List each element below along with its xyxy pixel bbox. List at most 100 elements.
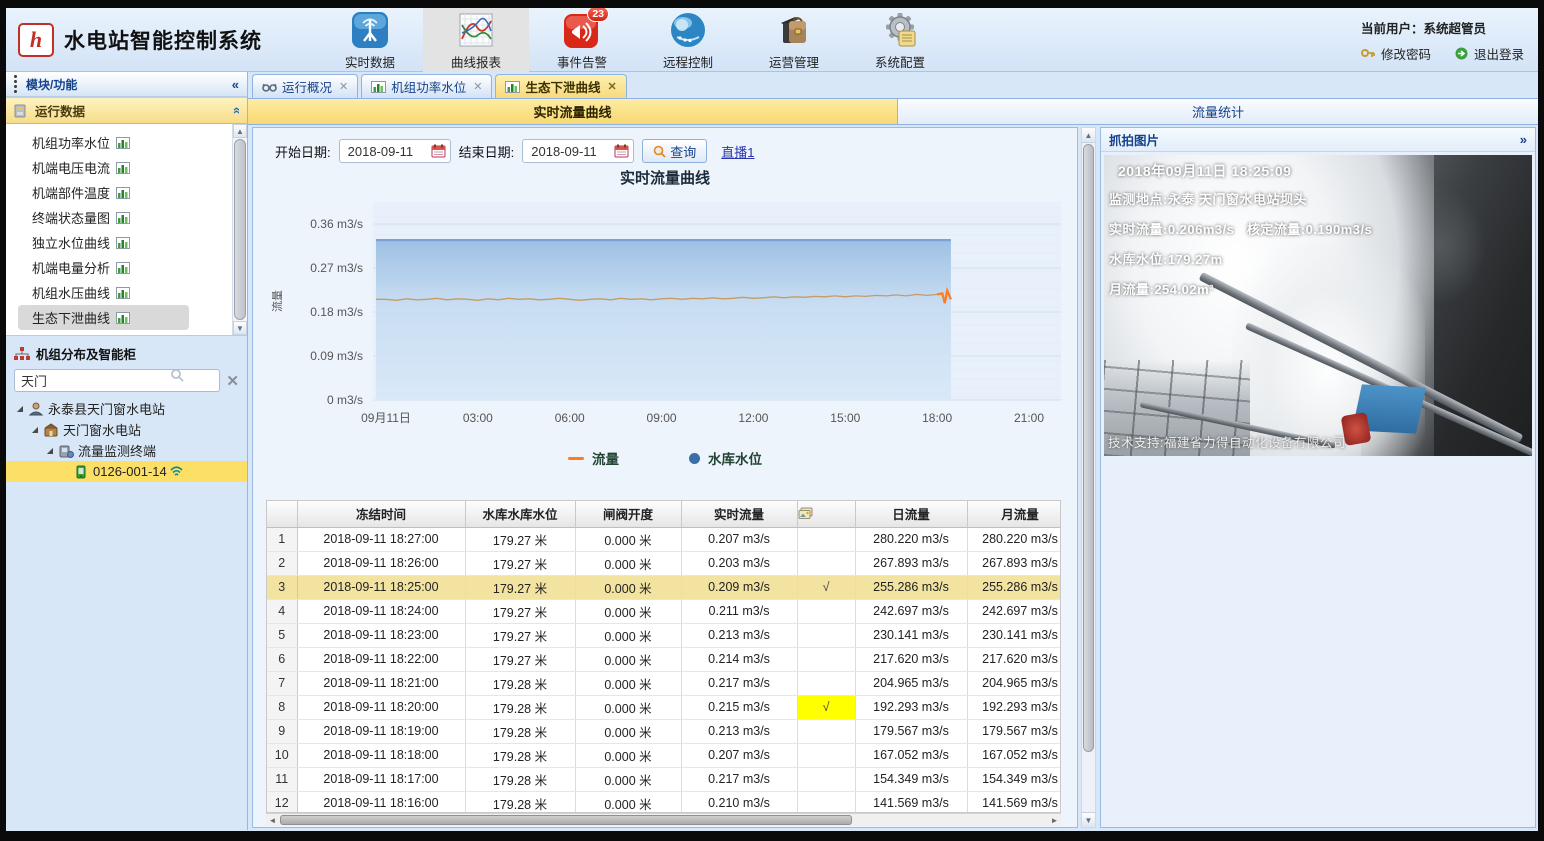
nav-event-alarm[interactable]: 23事件告警 (529, 8, 635, 72)
logout-link[interactable]: 退出登录 (1474, 44, 1524, 63)
node-station[interactable]: ◢天门窗水电站 (6, 419, 247, 440)
tree-expand-icon[interactable]: ◢ (14, 404, 26, 413)
sidebar-item-terminal-voltage-current[interactable]: 机端电压电流 (6, 155, 247, 180)
table-row[interactable]: 62018-09-11 18:22:00179.27 米0.000 米0.214… (267, 647, 1061, 671)
clear-search-icon[interactable]: ✕ (226, 372, 239, 390)
sidebar-item-label: 机组功率水位 (32, 133, 110, 152)
close-tab-icon[interactable]: ✕ (607, 80, 616, 93)
column-photo-stack-icon[interactable] (797, 501, 855, 527)
collapse-sidebar-icon[interactable]: « (232, 77, 239, 92)
scroll-up-icon[interactable]: ▲ (233, 124, 247, 138)
group-header-running-data[interactable]: 运行数据 » (6, 97, 247, 124)
column-header-day[interactable]: 日流量 (855, 501, 967, 527)
close-tab-icon[interactable]: ✕ (339, 80, 348, 93)
sidebar-item-eco-discharge-curve[interactable]: 生态下泄曲线 (18, 305, 189, 330)
calendar-icon[interactable] (431, 144, 446, 158)
scroll-thumb[interactable] (280, 815, 852, 825)
cell-day: 192.293 m3/s (855, 695, 967, 719)
nav-realtime-data[interactable]: 实时数据 (317, 8, 423, 72)
cell-month: 217.620 m3/s (967, 647, 1061, 671)
column-header-month[interactable]: 月流量 (967, 501, 1061, 527)
scroll-down-icon[interactable]: ▼ (1082, 812, 1095, 827)
cell-month: 242.697 m3/s (967, 599, 1061, 623)
function-list-scrollbar[interactable]: ▲ ▼ (232, 124, 247, 335)
cell-check (797, 719, 855, 743)
subtab-realtime-flow-curve[interactable]: 实时流量曲线 (248, 99, 898, 124)
cell-month: 192.293 m3/s (967, 695, 1061, 719)
query-button[interactable]: 查询 (642, 139, 707, 163)
sidebar-item-terminal-energy-analysis[interactable]: 机端电量分析 (6, 255, 247, 280)
main-nav: 实时数据曲线报表23事件告警远程控制运营管理系统配置 (317, 8, 953, 72)
cabinet-icon (14, 104, 29, 118)
table-row[interactable]: 122018-09-11 18:16:00179.28 米0.000 米0.21… (267, 791, 1061, 813)
table-row[interactable]: 12018-09-11 18:27:00179.27 米0.000 米0.207… (267, 527, 1061, 551)
cell-no: 7 (267, 671, 297, 695)
table-row[interactable]: 82018-09-11 18:20:00179.28 米0.000 米0.215… (267, 695, 1061, 719)
cell-month: 154.349 m3/s (967, 767, 1061, 791)
scroll-thumb[interactable] (1083, 144, 1094, 752)
column-header-flow[interactable]: 实时流量 (681, 501, 797, 527)
subtab-flow-statistics[interactable]: 流量统计 (898, 99, 1538, 124)
main-vertical-scrollbar[interactable]: ▲ ▼ (1081, 127, 1096, 828)
cell-month: 167.052 m3/s (967, 743, 1061, 767)
scroll-thumb[interactable] (234, 139, 246, 320)
tree-expand-icon[interactable]: ◢ (44, 446, 56, 455)
calendar-icon[interactable] (614, 144, 629, 158)
expand-panel-icon[interactable]: » (1520, 132, 1527, 147)
tree-expand-icon[interactable]: ◢ (29, 425, 41, 434)
column-header-time[interactable]: 冻结时间 (297, 501, 465, 527)
nav-system-config[interactable]: 系统配置 (847, 8, 953, 72)
sidebar: 模块/功能 « 运行数据 » 机组功率水位机端电压电流机端部件温度终端状态量图独… (6, 72, 248, 830)
cell-gate: 0.000 米 (575, 791, 681, 813)
nav-curve-report[interactable]: 曲线报表 (423, 8, 529, 72)
camera-image: 2018年09月11日 18:25:09 监测地点:永泰 天门窗水电站坝头 实时… (1104, 155, 1532, 456)
table-row[interactable]: 92018-09-11 18:19:00179.28 米0.000 米0.213… (267, 719, 1061, 743)
table-row[interactable]: 72018-09-11 18:21:00179.28 米0.000 米0.217… (267, 671, 1061, 695)
change-password-link[interactable]: 修改密码 (1381, 44, 1431, 63)
search-icon[interactable] (170, 368, 184, 382)
tree-search-input[interactable] (14, 369, 220, 392)
sidebar-item-label: 机端部件温度 (32, 183, 110, 202)
table-row[interactable]: 102018-09-11 18:18:00179.28 米0.000 米0.20… (267, 743, 1061, 767)
tab-eco-discharge-curve[interactable]: 生态下泄曲线✕ (495, 74, 626, 98)
legend-item-flow[interactable]: 流量 (568, 448, 619, 468)
column-header-no[interactable] (267, 501, 297, 527)
chart-title: 实时流量曲线 (253, 167, 1077, 188)
nav-operation-management[interactable]: 运营管理 (741, 8, 847, 72)
scroll-down-icon[interactable]: ▼ (233, 321, 247, 335)
legend-item-level[interactable]: 水库水位 (689, 448, 762, 468)
sidebar-item-terminal-status-diagram[interactable]: 终端状态量图 (6, 205, 247, 230)
cell-level: 179.28 米 (465, 671, 575, 695)
cell-level: 179.28 米 (465, 719, 575, 743)
close-tab-icon[interactable]: ✕ (473, 80, 482, 93)
sidebar-item-label: 机端电压电流 (32, 158, 110, 177)
tab-unit-power-level[interactable]: 机组功率水位✕ (361, 74, 492, 98)
table-row[interactable]: 42018-09-11 18:24:00179.27 米0.000 米0.211… (267, 599, 1061, 623)
column-header-gate[interactable]: 闸阀开度 (575, 501, 681, 527)
table-horizontal-scrollbar[interactable]: ◄ ► (266, 813, 1061, 826)
start-date-input[interactable]: 2018-09-11 (339, 139, 451, 163)
end-date-input[interactable]: 2018-09-11 (522, 139, 634, 163)
table-row[interactable]: 52018-09-11 18:23:00179.27 米0.000 米0.213… (267, 623, 1061, 647)
cell-level: 179.27 米 (465, 575, 575, 599)
scroll-right-icon[interactable]: ► (1048, 814, 1061, 826)
scroll-left-icon[interactable]: ◄ (266, 814, 279, 826)
sidebar-item-terminal-component-temperature[interactable]: 机端部件温度 (6, 180, 247, 205)
node-flow-terminal[interactable]: ◢流量监测终端 (6, 440, 247, 461)
cell-check (797, 743, 855, 767)
node-county-station[interactable]: ◢永泰县天门窗水电站 (6, 398, 247, 419)
table-row[interactable]: 22018-09-11 18:26:00179.27 米0.000 米0.203… (267, 551, 1061, 575)
overlay-flow: 实时流量:0.206m3/s 核定流量:0.190m3/s (1109, 219, 1372, 238)
sidebar-item-independent-water-level-curve[interactable]: 独立水位曲线 (6, 230, 247, 255)
table-row[interactable]: 32018-09-11 18:25:00179.27 米0.000 米0.209… (267, 575, 1061, 599)
live-stream-link[interactable]: 直播1 (721, 142, 754, 161)
node-device[interactable]: 0126-001-14 (6, 461, 247, 482)
nav-remote-control[interactable]: 远程控制 (635, 8, 741, 72)
sidebar-item-unit-power-water-level[interactable]: 机组功率水位 (6, 130, 247, 155)
table-row[interactable]: 112018-09-11 18:17:00179.28 米0.000 米0.21… (267, 767, 1061, 791)
collapse-group-icon[interactable]: » (228, 107, 243, 114)
column-header-level[interactable]: 水库水库水位 (465, 501, 575, 527)
sidebar-item-unit-water-pressure-curve[interactable]: 机组水压曲线 (6, 280, 247, 305)
scroll-up-icon[interactable]: ▲ (1082, 128, 1095, 143)
tab-overview[interactable]: 运行概况✕ (252, 74, 358, 98)
